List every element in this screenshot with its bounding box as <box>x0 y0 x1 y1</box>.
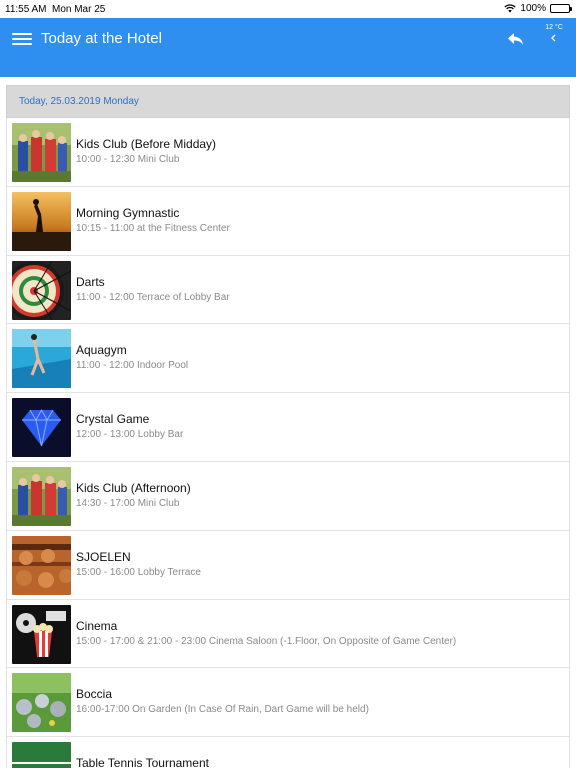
status-time: 11:55 AM <box>5 4 47 15</box>
kids-club-photo <box>12 466 71 526</box>
event-name: Table Tennis Tournament <box>76 756 209 768</box>
diamond-photo <box>12 398 71 458</box>
cinema-popcorn-photo <box>12 604 71 664</box>
status-bar: 11:55 AM Mon Mar 25 100% <box>0 0 576 18</box>
event-time: 10:15 - 11:00 at the Fitness Center <box>76 222 230 234</box>
list-item[interactable]: SJOELEN 15:00 - 16:00 Lobby Terrace <box>7 531 569 600</box>
event-time: 10:00 - 12:30 Mini Club <box>76 154 180 165</box>
event-name: Crystal Game <box>76 412 150 427</box>
weather-widget[interactable]: 12 °C <box>540 24 568 42</box>
list-item[interactable]: Morning Gymnastic 10:15 - 11:00 at the F… <box>7 187 569 256</box>
date-label: Today, 25.03.2019 Monday <box>19 96 139 107</box>
list-item[interactable]: Cinema 15:00 - 17:00 & 21:00 - 23:00 Cin… <box>7 600 569 669</box>
sjoelen-board-photo <box>12 535 71 595</box>
event-time: 16:00-17:00 On Garden (In Case Of Rain, … <box>76 704 369 716</box>
weather-icon <box>551 34 556 42</box>
gymnastic-photo <box>12 191 71 251</box>
event-time: 11:00 - 12:00 Indoor Pool <box>76 360 189 372</box>
event-name: Kids Club (Before Midday) <box>76 137 217 151</box>
event-time: 15:00 - 16:00 Lobby Terrace <box>76 566 201 578</box>
events-list: Kids Club (Before Midday) 10:00 - 12:30 … <box>6 118 570 768</box>
list-item[interactable]: Aquagym 11:00 - 12:00 Indoor Pool <box>7 324 569 394</box>
date-section-header: Today, 25.03.2019 Monday <box>6 85 570 118</box>
list-item[interactable]: Table Tennis Tournament <box>7 737 569 768</box>
boccia-balls-photo <box>12 673 71 733</box>
event-name: Cinema <box>76 618 118 633</box>
back-arrow-icon[interactable] <box>506 30 526 48</box>
dartboard-photo <box>12 260 71 320</box>
event-name: Morning Gymnastic <box>76 205 180 220</box>
event-time: 11:00 - 12:00 Terrace of Lobby Bar <box>76 291 230 303</box>
battery-percent: 100% <box>520 3 546 14</box>
list-item[interactable]: Kids Club (Afternoon) 14:30 - 17:00 Mini… <box>7 462 569 531</box>
event-name: SJOELEN <box>76 549 131 564</box>
event-name: Darts <box>76 274 105 289</box>
app-header: Today at the Hotel 12 °C <box>0 18 576 77</box>
battery-icon <box>550 4 572 13</box>
event-time: 14:30 - 17:00 Mini Club <box>76 497 180 509</box>
event-name: Kids Club (Afternoon) <box>76 480 191 495</box>
list-item[interactable]: Boccia 16:00-17:00 On Garden (In Case Of… <box>7 668 569 738</box>
status-date: Mon Mar 25 <box>52 4 106 15</box>
list-item[interactable]: Darts 11:00 - 12:00 Terrace of Lobby Bar <box>7 256 569 325</box>
table-tennis-photo <box>12 742 71 768</box>
list-item[interactable]: Kids Club (Before Midday) 10:00 - 12:30 … <box>7 118 569 187</box>
event-time: 15:00 - 17:00 & 21:00 - 23:00 Cinema Sal… <box>76 635 457 647</box>
wifi-icon <box>504 4 517 13</box>
event-name: Aquagym <box>76 343 127 358</box>
event-time: 12:00 - 13:00 Lobby Bar <box>76 429 184 441</box>
list-item[interactable]: Crystal Game 12:00 - 13:00 Lobby Bar <box>7 393 569 462</box>
hamburger-menu-icon[interactable] <box>12 31 32 47</box>
page-title: Today at the Hotel <box>41 30 162 47</box>
pool-photo <box>12 329 71 389</box>
status-indicators: 100% <box>504 3 572 14</box>
kids-club-photo <box>12 123 71 182</box>
weather-temperature: 12 °C <box>545 24 563 31</box>
event-name: Boccia <box>76 687 113 702</box>
